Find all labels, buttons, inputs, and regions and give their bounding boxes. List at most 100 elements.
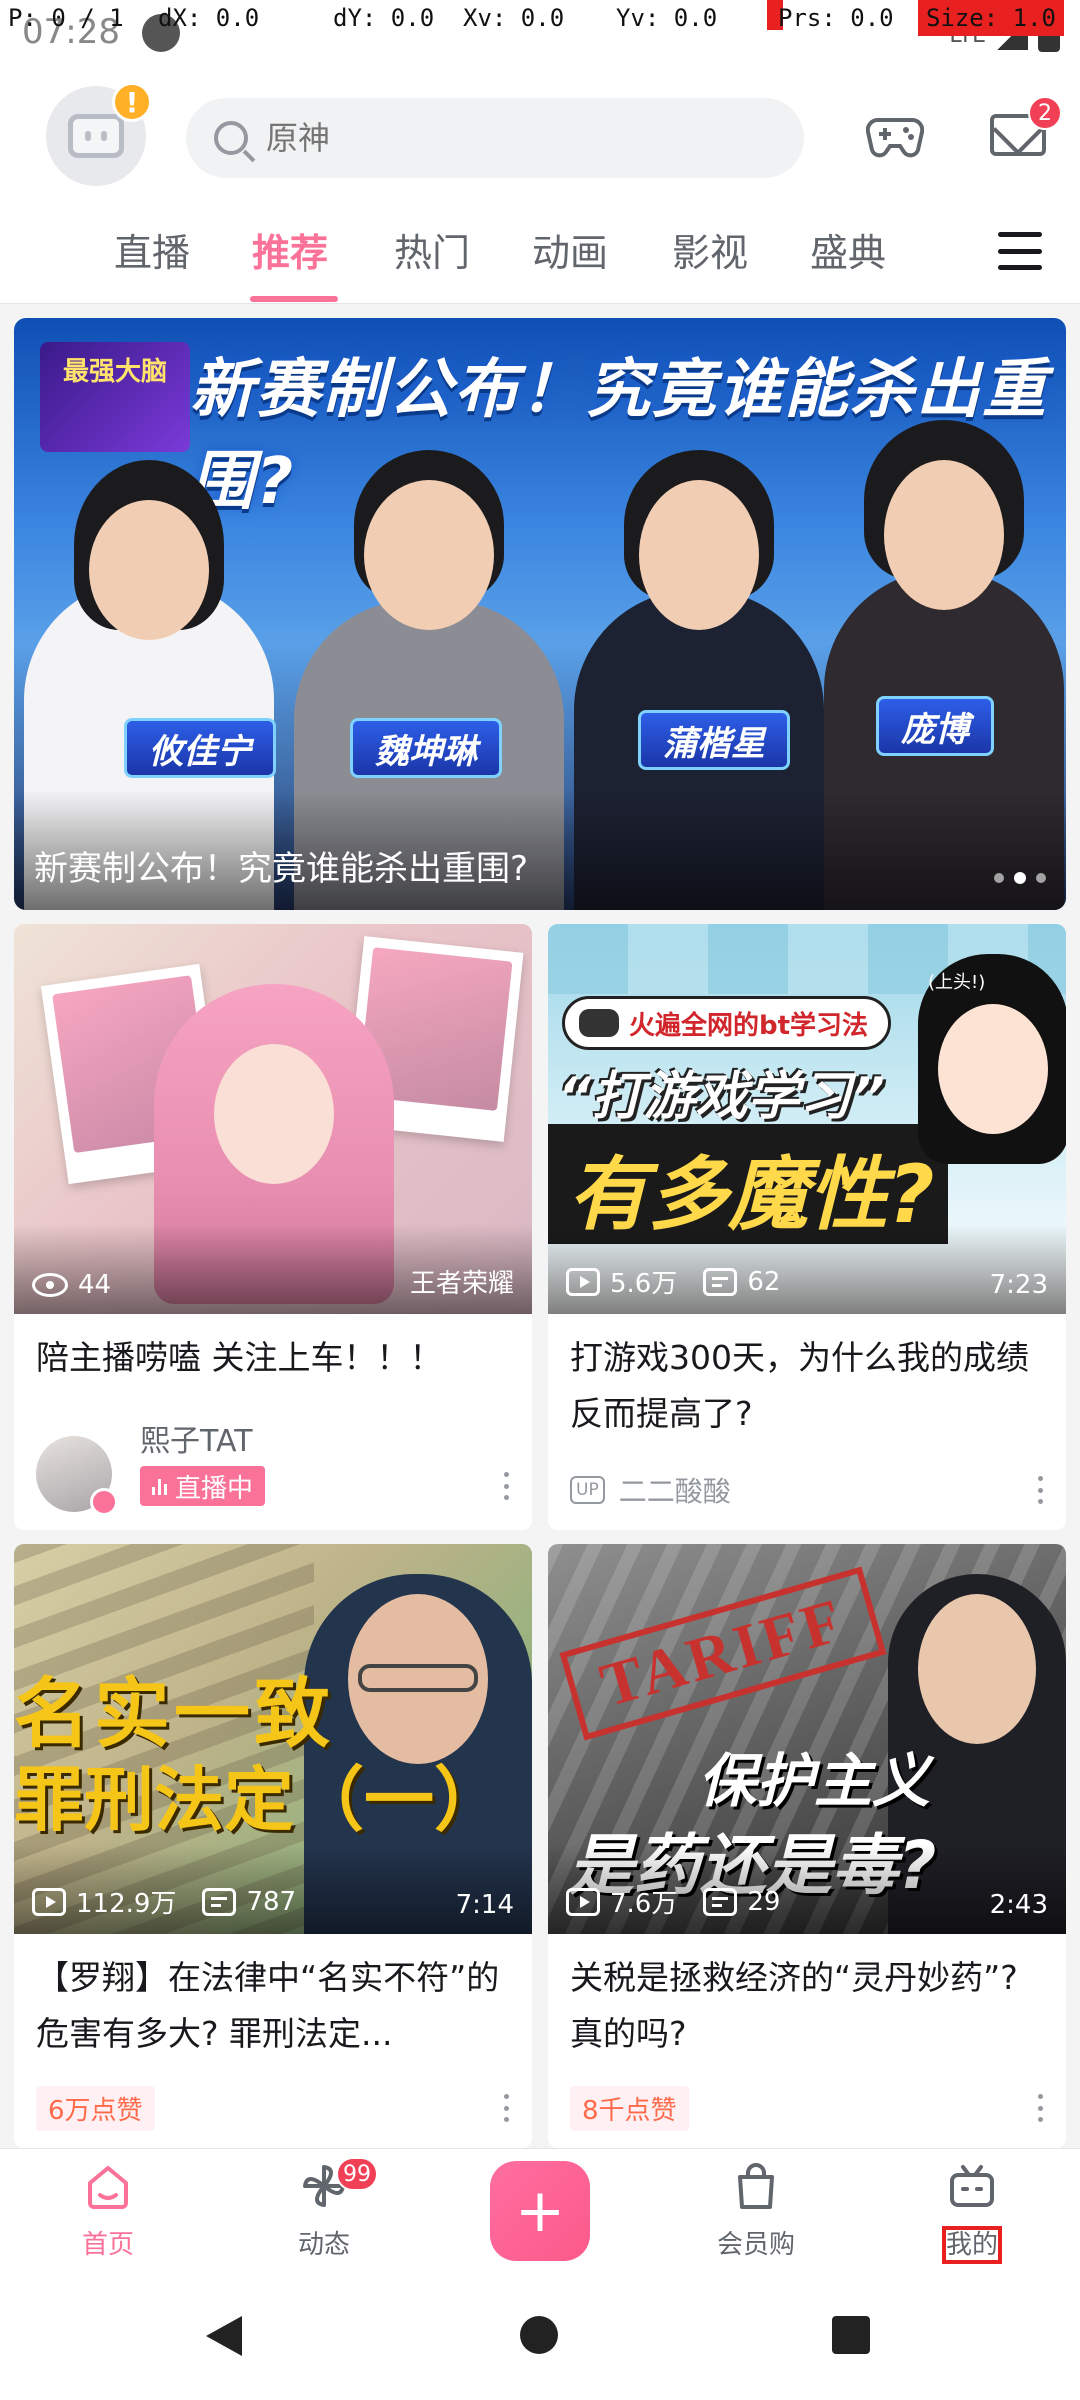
view-count: 5.6万 (610, 1269, 678, 1299)
banner-pagination (994, 872, 1046, 884)
debug-xv: Xv: 0.0 (463, 4, 565, 32)
pointer-debug-overlay: P: 0 / 1 dX: 0.0 dY: 0.0 Xv: 0.0 Yv: 0.0… (0, 0, 1080, 44)
up-icon: UP (570, 1476, 605, 1504)
danmaku-count: 62 (747, 1266, 781, 1297)
card-title: 关税是拯救经济的“灵丹妙药”? 真的吗? (570, 1958, 1018, 2053)
debug-dy: dY: 0.0 (333, 4, 435, 32)
search-bar[interactable] (186, 98, 804, 178)
overlay-line-1: 保护主义 (698, 1747, 931, 1815)
nav-mine[interactable]: 我的 (902, 2163, 1042, 2264)
dynamic-badge: 99 (336, 2157, 378, 2191)
tv-icon (950, 2165, 994, 2207)
card-stats: 7.6万 29 (566, 1883, 780, 1920)
nav-mine-label: 我的 (941, 2226, 1003, 2264)
overlay-tag: 火遍全网的bt学习法 (562, 996, 892, 1050)
name-tag-1: 攸佳宁 (124, 718, 276, 778)
more-options-icon[interactable] (1038, 2094, 1044, 2122)
live-bars-icon (152, 1477, 167, 1495)
game-category-label: 王者荣耀 (409, 1269, 514, 1299)
card-footer: 6万点赞 (36, 2085, 510, 2131)
nav-dynamic-label: 动态 (297, 2230, 350, 2260)
video-duration: 7:23 (989, 1270, 1048, 1300)
tab-festival[interactable]: 盛典 (810, 222, 886, 277)
uploader-name[interactable]: 二二酸酸 (619, 1470, 731, 1510)
card-stats: 112.9万 787 (32, 1883, 296, 1920)
home-circle-icon[interactable] (520, 2316, 558, 2354)
eye-icon (32, 1273, 68, 1297)
name-tag-2: 魏坤琳 (350, 718, 502, 778)
warning-badge: ! (112, 82, 152, 122)
featured-banner[interactable]: 最强大脑 新赛制公布！究竟谁能杀出重围? 攸佳宁 魏坤琳 蒲楷星 庞博 新赛制公… (14, 318, 1066, 910)
video-duration: 7:14 (455, 1890, 514, 1920)
card-footer: UP 二二酸酸 (570, 1468, 1044, 1512)
view-count: 112.9万 (76, 1889, 177, 1919)
overlay-tag-text: 火遍全网的bt学习法 (629, 1010, 869, 1041)
card-footer: 8千点赞 (570, 2085, 1044, 2131)
card-thumbnail: TARIFF 保护主义 是药还是毒? 7.6万 29 2:43 (548, 1544, 1066, 1934)
banner-caption: 新赛制公布！究竟谁能杀出重围? (34, 849, 529, 889)
recent-apps-icon[interactable] (832, 2316, 870, 2354)
nav-home-label: 首页 (81, 2230, 134, 2260)
show-logo: 最强大脑 (40, 342, 190, 452)
play-count-icon (566, 1267, 600, 1296)
video-card[interactable]: 火遍全网的bt学习法 “打游戏学习” 有多魔性? (上头!) 5.6万 62 7… (548, 924, 1066, 1530)
card-title: 打游戏300天，为什么我的成绩反而提高了? (570, 1338, 1029, 1433)
debug-prs: Prs: 0.0 (778, 4, 894, 32)
search-input[interactable] (266, 119, 766, 157)
debug-size: Size: 1.0 (917, 0, 1064, 36)
back-icon[interactable] (206, 2316, 242, 2356)
channel-tabs: 直播 推荐 热门 动画 影视 盛典 (0, 200, 1080, 304)
video-card-live[interactable]: 44 王者荣耀 陪主播唠嗑 关注上车！！！ 熙子TAT 直播中 (14, 924, 532, 1530)
tab-recommend[interactable]: 推荐 (252, 222, 328, 277)
streamer-name: 熙子TAT (140, 1424, 253, 1459)
nav-mall-label: 会员购 (716, 2230, 795, 2260)
tab-anime[interactable]: 动画 (532, 222, 608, 277)
name-tag-4: 庞博 (876, 696, 994, 756)
banner-dot (1036, 873, 1046, 883)
top-header: ! 2 (0, 70, 1080, 200)
view-count: 44 (78, 1270, 112, 1300)
home-icon (88, 2166, 128, 2209)
card-title: 陪主播唠嗑 关注上车！！！ (36, 1338, 443, 1377)
video-card[interactable]: 名实一致 罪刑法定（一） 112.9万 787 7:14 【罗翔】在法律中“名实… (14, 1544, 532, 2148)
debug-dx: dX: 0.0 (158, 4, 260, 32)
more-options-icon[interactable] (1038, 1476, 1044, 1504)
banner-dot (994, 873, 1004, 883)
card-stats: 5.6万 62 (566, 1263, 780, 1300)
play-count-icon (566, 1887, 600, 1916)
system-nav-bar (0, 2272, 1080, 2400)
view-count: 7.6万 (610, 1889, 678, 1919)
nav-home[interactable]: 首页 (38, 2163, 178, 2261)
search-icon (214, 121, 248, 155)
game-controller-icon[interactable] (866, 110, 924, 162)
more-options-icon[interactable] (504, 1472, 510, 1500)
danmaku-icon (703, 1887, 738, 1916)
shopping-bag-icon (738, 2163, 774, 2209)
tab-film[interactable]: 影视 (672, 222, 748, 277)
name-tag-3: 蒲楷星 (638, 710, 790, 770)
overlay-main-text: “打游戏学习” (558, 1067, 885, 1127)
danmaku-count: 29 (747, 1886, 781, 1917)
video-duration: 2:43 (989, 1890, 1048, 1920)
more-options-icon[interactable] (504, 2094, 510, 2122)
live-label: 直播中 (175, 1473, 254, 1504)
nav-mall[interactable]: 会员购 (686, 2163, 826, 2261)
bottom-nav: 首页 动态 99 + 会员购 我的 (0, 2148, 1080, 2272)
active-tab-indicator (250, 296, 338, 302)
verified-badge-icon (90, 1488, 118, 1516)
card-title: 【罗翔】在法律中“名实不符”的危害有多大? 罪刑法定... (36, 1958, 500, 2053)
card-thumbnail: 名实一致 罪刑法定（一） 112.9万 787 7:14 (14, 1544, 532, 1934)
danmaku-icon (703, 1267, 738, 1296)
debug-pointer: P: 0 / 1 (8, 4, 124, 32)
danmaku-count: 787 (246, 1886, 297, 1917)
like-count-badge: 8千点赞 (570, 2085, 689, 2131)
tab-live[interactable]: 直播 (114, 222, 190, 277)
tab-hot[interactable]: 热门 (394, 222, 470, 277)
play-count-icon (32, 1887, 66, 1916)
live-status-badge: 直播中 (140, 1466, 266, 1506)
video-card[interactable]: TARIFF 保护主义 是药还是毒? 7.6万 29 2:43 关税是拯救经济的… (548, 1544, 1066, 2148)
publish-button[interactable]: + (490, 2161, 590, 2261)
tv-mascot-icon (68, 114, 124, 158)
overlay-line-2: 罪刑法定（一） (14, 1759, 504, 1841)
channel-menu-icon[interactable] (998, 232, 1042, 270)
